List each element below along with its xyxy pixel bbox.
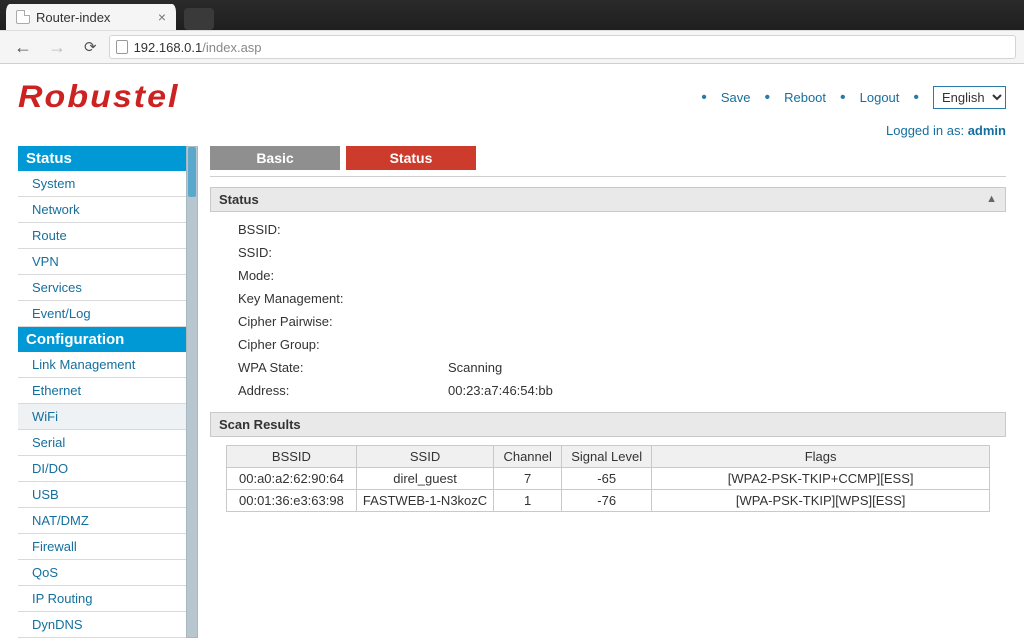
new-tab-button[interactable] — [184, 8, 214, 30]
sidebar-item-usb[interactable]: USB — [18, 482, 188, 508]
status-kv: BSSID: SSID: Mode: Key Management: Ciphe… — [210, 212, 1006, 402]
address-bar[interactable]: 192.168.0.1/index.asp — [109, 35, 1016, 59]
back-button[interactable]: ← — [8, 37, 38, 58]
sidebar-header-status: Status — [18, 146, 188, 171]
brand-logo: Robustel — [18, 80, 179, 116]
sidebar-scroll-thumb[interactable] — [188, 147, 196, 197]
top-links: • Save • Reboot • Logout • English — [701, 86, 1006, 109]
panel-header-scan[interactable]: Scan Results — [210, 412, 1006, 437]
table-row: 00:01:36:e3:63:98 FASTWEB-1-N3kozC 1 -76… — [226, 490, 989, 512]
logged-in-user: admin — [968, 123, 1006, 138]
sidebar: Status System Network Route VPN Services… — [18, 146, 188, 638]
sidebar-scrollbar[interactable] — [186, 146, 198, 638]
close-icon[interactable]: × — [158, 9, 166, 25]
browser-toolbar: ← → ⟳ 192.168.0.1/index.asp — [0, 30, 1024, 64]
page-icon — [16, 10, 30, 24]
sidebar-item-ethernet[interactable]: Ethernet — [18, 378, 188, 404]
sidebar-item-firewall[interactable]: Firewall — [18, 534, 188, 560]
panel-title: Status — [219, 192, 259, 207]
tab-status[interactable]: Status — [346, 146, 476, 170]
sidebar-item-services[interactable]: Services — [18, 275, 188, 301]
sidebar-item-dyndns[interactable]: DynDNS — [18, 612, 188, 638]
panel-title: Scan Results — [219, 417, 301, 432]
tab-title: Router-index — [36, 10, 110, 25]
browser-tab[interactable]: Router-index × — [6, 4, 176, 30]
site-icon — [116, 40, 128, 54]
sidebar-item-qos[interactable]: QoS — [18, 560, 188, 586]
sidebar-item-ip-routing[interactable]: IP Routing — [18, 586, 188, 612]
sidebar-item-natdmz[interactable]: NAT/DMZ — [18, 508, 188, 534]
table-row: 00:a0:a2:62:90:64 direl_guest 7 -65 [WPA… — [226, 468, 989, 490]
reload-button[interactable]: ⟳ — [76, 38, 105, 56]
language-select[interactable]: English — [933, 86, 1006, 109]
sidebar-item-eventlog[interactable]: Event/Log — [18, 301, 188, 327]
main-content: Basic Status Status ▲ BSSID: SSID: Mode:… — [210, 146, 1006, 638]
sidebar-item-serial[interactable]: Serial — [18, 430, 188, 456]
forward-button: → — [42, 37, 72, 58]
save-link[interactable]: Save — [721, 90, 751, 105]
sidebar-item-vpn[interactable]: VPN — [18, 249, 188, 275]
url-text: 192.168.0.1/index.asp — [134, 40, 262, 55]
sidebar-item-wifi[interactable]: WiFi — [18, 404, 188, 430]
tab-basic[interactable]: Basic — [210, 146, 340, 170]
sidebar-item-system[interactable]: System — [18, 171, 188, 197]
sidebar-item-route[interactable]: Route — [18, 223, 188, 249]
scan-results-table: BSSID SSID Channel Signal Level Flags 00… — [226, 445, 990, 512]
sidebar-header-config: Configuration — [18, 327, 188, 352]
logout-link[interactable]: Logout — [860, 90, 900, 105]
chevron-up-icon: ▲ — [986, 193, 997, 205]
browser-tabstrip: Router-index × — [0, 0, 1024, 30]
panel-header-status[interactable]: Status ▲ — [210, 187, 1006, 212]
reboot-link[interactable]: Reboot — [784, 90, 826, 105]
sidebar-item-network[interactable]: Network — [18, 197, 188, 223]
sidebar-item-dido[interactable]: DI/DO — [18, 456, 188, 482]
sidebar-item-link-mgmt[interactable]: Link Management — [18, 352, 188, 378]
logged-in-label: Logged in as: admin — [18, 123, 1006, 138]
table-header-row: BSSID SSID Channel Signal Level Flags — [226, 446, 989, 468]
